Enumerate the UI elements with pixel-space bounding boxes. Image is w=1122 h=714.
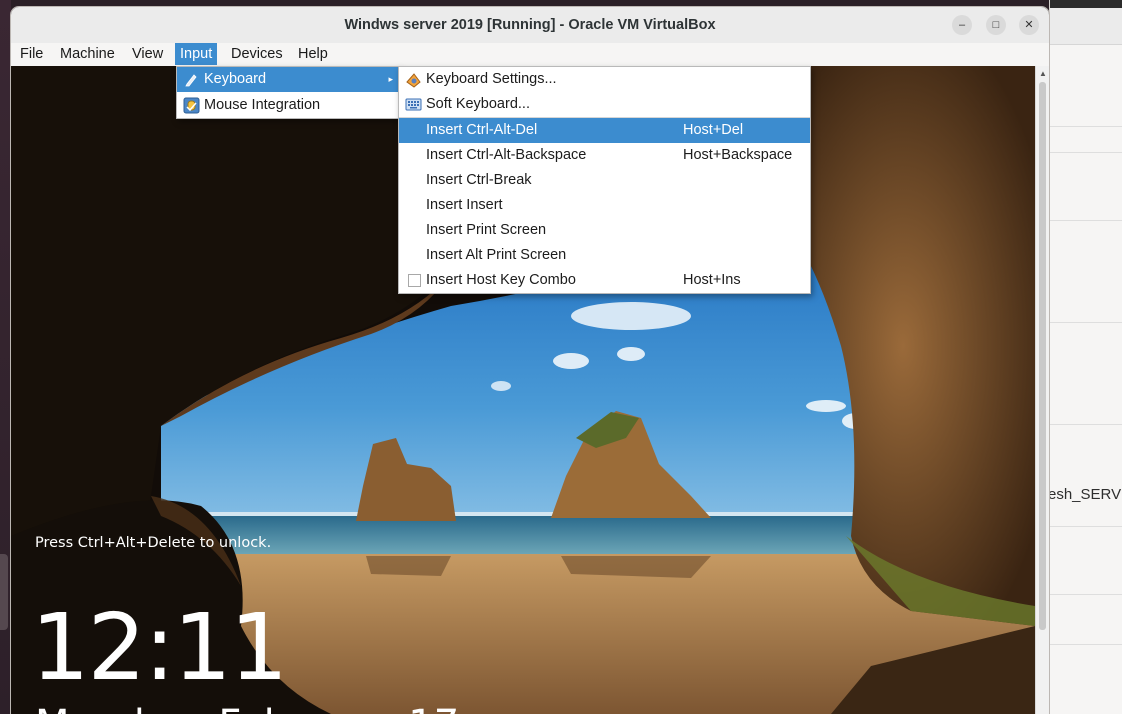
maximize-button[interactable]: □ bbox=[986, 15, 1006, 35]
divider bbox=[1050, 424, 1122, 425]
unlock-prompt: Press Ctrl+Alt+Delete to unlock. bbox=[35, 535, 272, 551]
divider bbox=[1050, 644, 1122, 645]
menu-item-soft-keyboard[interactable]: Soft Keyboard... bbox=[399, 92, 810, 117]
menu-help[interactable]: Help bbox=[293, 43, 333, 65]
scrollbar-thumb[interactable] bbox=[1039, 82, 1046, 630]
host-window-header bbox=[1050, 8, 1122, 45]
host-key-combo-checkbox[interactable] bbox=[408, 274, 421, 287]
submenu-arrow-icon: ▸ bbox=[388, 74, 393, 84]
menu-bar: File Machine View Input Devices Help bbox=[11, 43, 1049, 66]
scroll-up-icon[interactable]: ▲ bbox=[1039, 69, 1047, 78]
menu-item-label: Insert Alt Print Screen bbox=[426, 247, 567, 263]
host-background-window[interactable]: esh_SERVER bbox=[1048, 0, 1122, 714]
menu-item-insert-alt-print-screen[interactable]: Insert Alt Print Screen bbox=[399, 243, 810, 268]
host-dock-handle[interactable] bbox=[0, 554, 8, 630]
divider bbox=[1050, 526, 1122, 527]
menu-item-insert-ctrl-alt-del[interactable]: Insert Ctrl-Alt-Del Host+Del bbox=[399, 118, 810, 143]
keyboard-settings-icon bbox=[406, 73, 421, 88]
divider bbox=[1050, 594, 1122, 595]
menu-item-shortcut: Host+Backspace bbox=[683, 147, 793, 163]
menu-item-label: Insert Print Screen bbox=[426, 222, 547, 238]
window-title: Windws server 2019 [Running] - Oracle VM… bbox=[344, 17, 716, 33]
menu-devices[interactable]: Devices bbox=[226, 43, 288, 65]
menu-item-mouse-integration[interactable]: Mouse Integration bbox=[177, 93, 399, 118]
menu-item-insert-insert[interactable]: Insert Insert bbox=[399, 193, 810, 218]
lockscreen-date: Monday, February 17 bbox=[35, 702, 459, 714]
menu-item-label: Keyboard bbox=[204, 71, 267, 87]
divider bbox=[1050, 152, 1122, 153]
mouse-integration-icon bbox=[183, 97, 200, 114]
input-menu: Keyboard ▸ Mouse Integration bbox=[176, 66, 400, 119]
menu-item-label: Mouse Integration bbox=[204, 97, 321, 113]
host-top-bar bbox=[1050, 0, 1122, 8]
menu-view[interactable]: View bbox=[127, 43, 168, 65]
close-button[interactable]: ✕ bbox=[1019, 15, 1039, 35]
menu-item-label: Insert Host Key Combo bbox=[426, 272, 576, 288]
menu-item-label: Insert Insert bbox=[426, 197, 503, 213]
title-bar[interactable]: Windws server 2019 [Running] - Oracle VM… bbox=[11, 7, 1049, 44]
menu-item-label: Soft Keyboard... bbox=[426, 96, 530, 112]
menu-item-label: Insert Ctrl-Alt-Backspace bbox=[426, 147, 587, 163]
host-window-text: esh_SERVER bbox=[1048, 486, 1122, 503]
menu-item-keyboard-settings[interactable]: Keyboard Settings... bbox=[399, 67, 810, 92]
divider bbox=[1050, 220, 1122, 221]
minimize-button[interactable]: – bbox=[952, 15, 972, 35]
menu-item-shortcut: Host+Del bbox=[683, 122, 744, 138]
keyboard-submenu: Keyboard Settings... Soft Keyboard... In… bbox=[398, 66, 811, 294]
menu-item-label: Insert Ctrl-Break bbox=[426, 172, 532, 188]
menu-file[interactable]: File bbox=[15, 43, 48, 65]
lockscreen-clock: 12:11 bbox=[31, 594, 288, 701]
menu-machine[interactable]: Machine bbox=[55, 43, 120, 65]
menu-item-insert-print-screen[interactable]: Insert Print Screen bbox=[399, 218, 810, 243]
menu-item-label: Insert Ctrl-Alt-Del bbox=[426, 122, 538, 138]
menu-item-insert-ctrl-break[interactable]: Insert Ctrl-Break bbox=[399, 168, 810, 193]
divider bbox=[1050, 126, 1122, 127]
menu-input[interactable]: Input bbox=[175, 43, 218, 65]
menu-item-keyboard[interactable]: Keyboard ▸ bbox=[177, 67, 399, 92]
divider bbox=[1050, 322, 1122, 323]
vertical-scrollbar[interactable]: ▲ bbox=[1035, 66, 1049, 714]
menu-item-insert-host-key-combo[interactable]: Insert Host Key Combo Host+Ins bbox=[399, 268, 810, 293]
menu-item-label: Keyboard Settings... bbox=[426, 71, 557, 87]
keyboard-pen-icon bbox=[185, 74, 197, 87]
soft-keyboard-icon bbox=[405, 98, 422, 111]
menu-item-shortcut: Host+Ins bbox=[683, 272, 741, 288]
menu-item-insert-ctrl-alt-backspace[interactable]: Insert Ctrl-Alt-Backspace Host+Backspace bbox=[399, 143, 810, 168]
